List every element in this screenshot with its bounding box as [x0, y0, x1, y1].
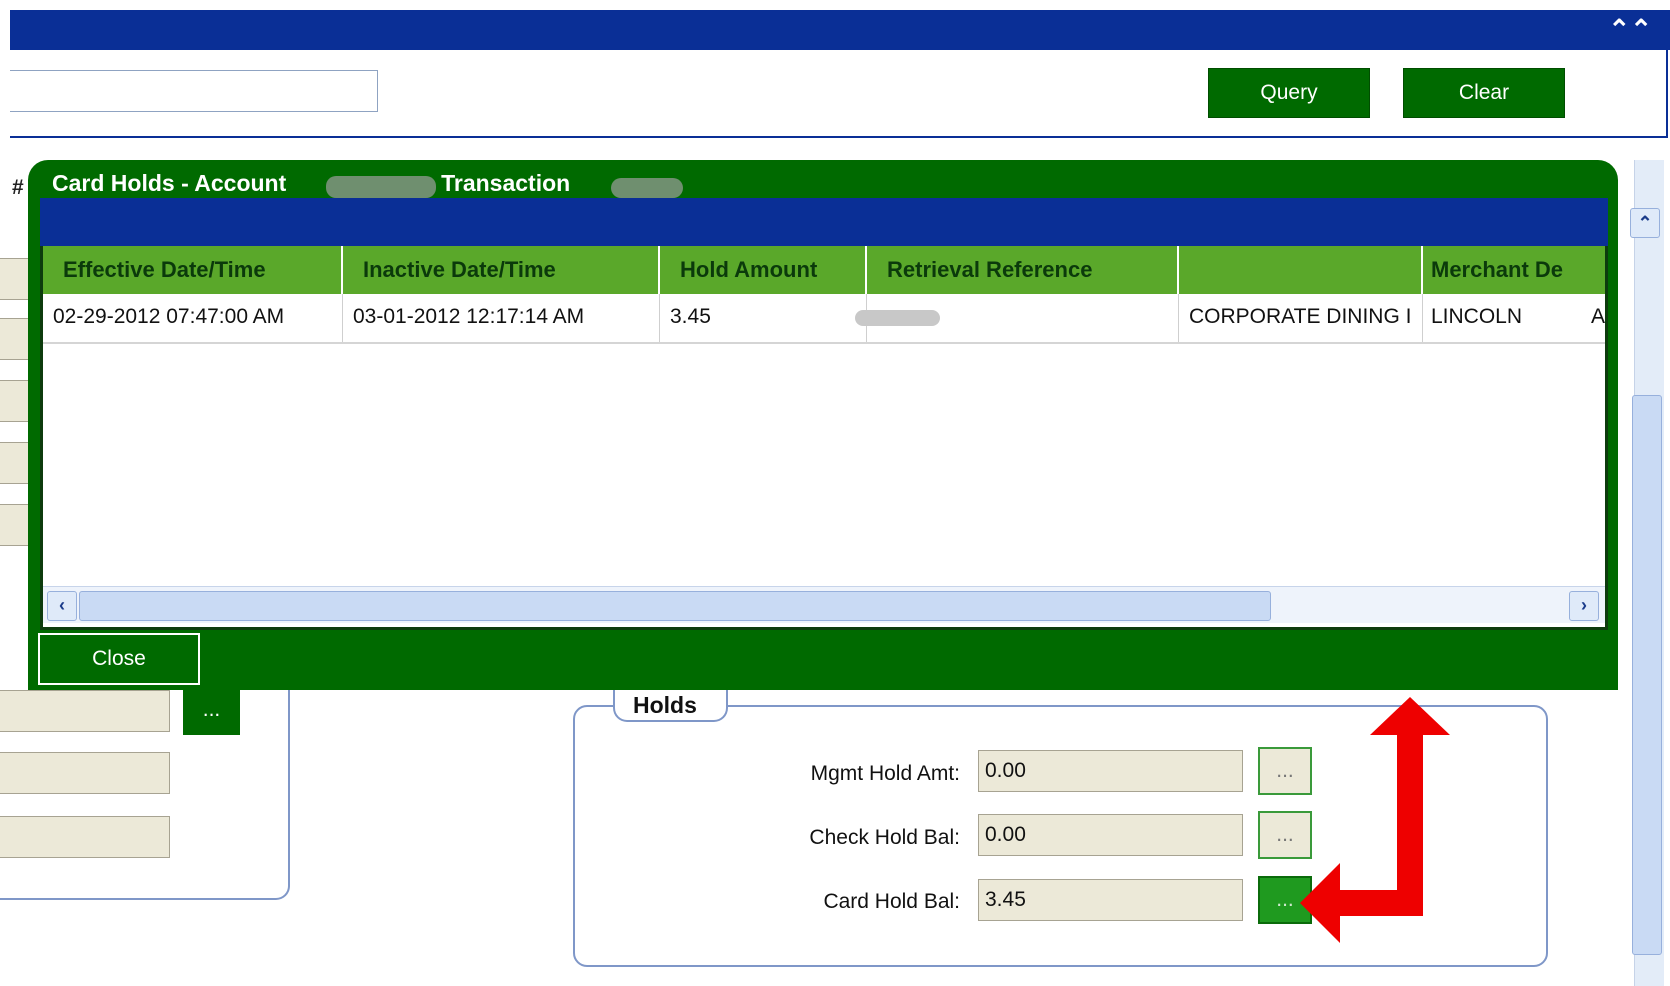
- grid-scroll-thumb[interactable]: [79, 591, 1271, 621]
- dialog-title-mid: - Transaction: [427, 170, 571, 196]
- mgmt-hold-amt-field[interactable]: 0.00: [978, 750, 1243, 792]
- column-header[interactable]: Inactive Date/Time: [343, 246, 660, 294]
- column-header[interactable]: [1179, 246, 1423, 294]
- column-header[interactable]: Retrieval Reference: [867, 246, 1179, 294]
- dialog-toolbar: [40, 198, 1608, 246]
- scroll-left-icon[interactable]: ‹: [47, 591, 77, 621]
- holds-legend: Holds: [633, 692, 697, 718]
- bg-field[interactable]: [0, 752, 170, 794]
- redacted-account-blur: [326, 176, 436, 198]
- card-hold-bal-label: Card Hold Bal:: [823, 890, 960, 913]
- scroll-right-icon[interactable]: ›: [1569, 591, 1599, 621]
- top-header-bar: ⌃⌃: [10, 10, 1670, 50]
- grid-header-row: Effective Date/Time Inactive Date/Time H…: [43, 246, 1605, 294]
- annotation-arrow: [1397, 730, 1423, 915]
- effective-cell: 02-29-2012 07:47:00 AM: [43, 294, 343, 342]
- bg-field[interactable]: [0, 816, 170, 858]
- grid-horizontal-scrollbar[interactable]: ‹ ›: [43, 586, 1605, 623]
- arrow-left-icon: [1300, 863, 1340, 943]
- merchant-state-cell: A: [1591, 305, 1606, 328]
- redacted-reference-blur: [855, 310, 940, 326]
- collapse-up-icon[interactable]: ⌃⌃: [1608, 14, 1652, 44]
- column-header[interactable]: Effective Date/Time: [43, 246, 343, 294]
- amount-cell: 3.45: [660, 294, 867, 342]
- account-number-label: #: [12, 176, 24, 199]
- mgmt-hold-lookup-button[interactable]: ...: [1258, 747, 1312, 795]
- merchant-name-cell: CORPORATE DINING I: [1179, 294, 1423, 342]
- bg-field[interactable]: [0, 690, 170, 732]
- redacted-transaction-blur: [611, 178, 683, 198]
- card-holds-grid: Effective Date/Time Inactive Date/Time H…: [40, 246, 1608, 630]
- page-scroll-thumb[interactable]: [1632, 395, 1662, 955]
- scroll-up-icon[interactable]: ⌃: [1630, 208, 1660, 238]
- query-button[interactable]: Query: [1208, 68, 1370, 118]
- column-header[interactable]: Merchant De: [1423, 246, 1605, 294]
- clear-button[interactable]: Clear: [1403, 68, 1565, 118]
- dialog-title: Card Holds - Account - Transaction: [52, 170, 570, 197]
- annotation-arrow: [1335, 890, 1423, 916]
- check-hold-bal-field[interactable]: 0.00: [978, 814, 1243, 856]
- query-input[interactable]: [10, 70, 378, 112]
- column-header[interactable]: Hold Amount: [660, 246, 867, 294]
- close-button[interactable]: Close: [38, 633, 200, 685]
- table-row[interactable]: 02-29-2012 07:47:00 AM 03-01-2012 12:17:…: [43, 294, 1606, 344]
- mgmt-hold-amt-label: Mgmt Hold Amt:: [810, 762, 960, 785]
- dialog-title-prefix: Card Holds - Account: [52, 170, 287, 196]
- merchant-city-cell: LINCOLN: [1431, 305, 1523, 328]
- bg-lookup-button[interactable]: ...: [183, 690, 240, 735]
- inactive-cell: 03-01-2012 12:17:14 AM: [343, 294, 660, 342]
- arrow-up-icon: [1370, 697, 1450, 735]
- check-hold-lookup-button[interactable]: ...: [1258, 811, 1312, 859]
- card-hold-bal-field[interactable]: 3.45: [978, 879, 1243, 921]
- check-hold-bal-label: Check Hold Bal:: [809, 826, 960, 849]
